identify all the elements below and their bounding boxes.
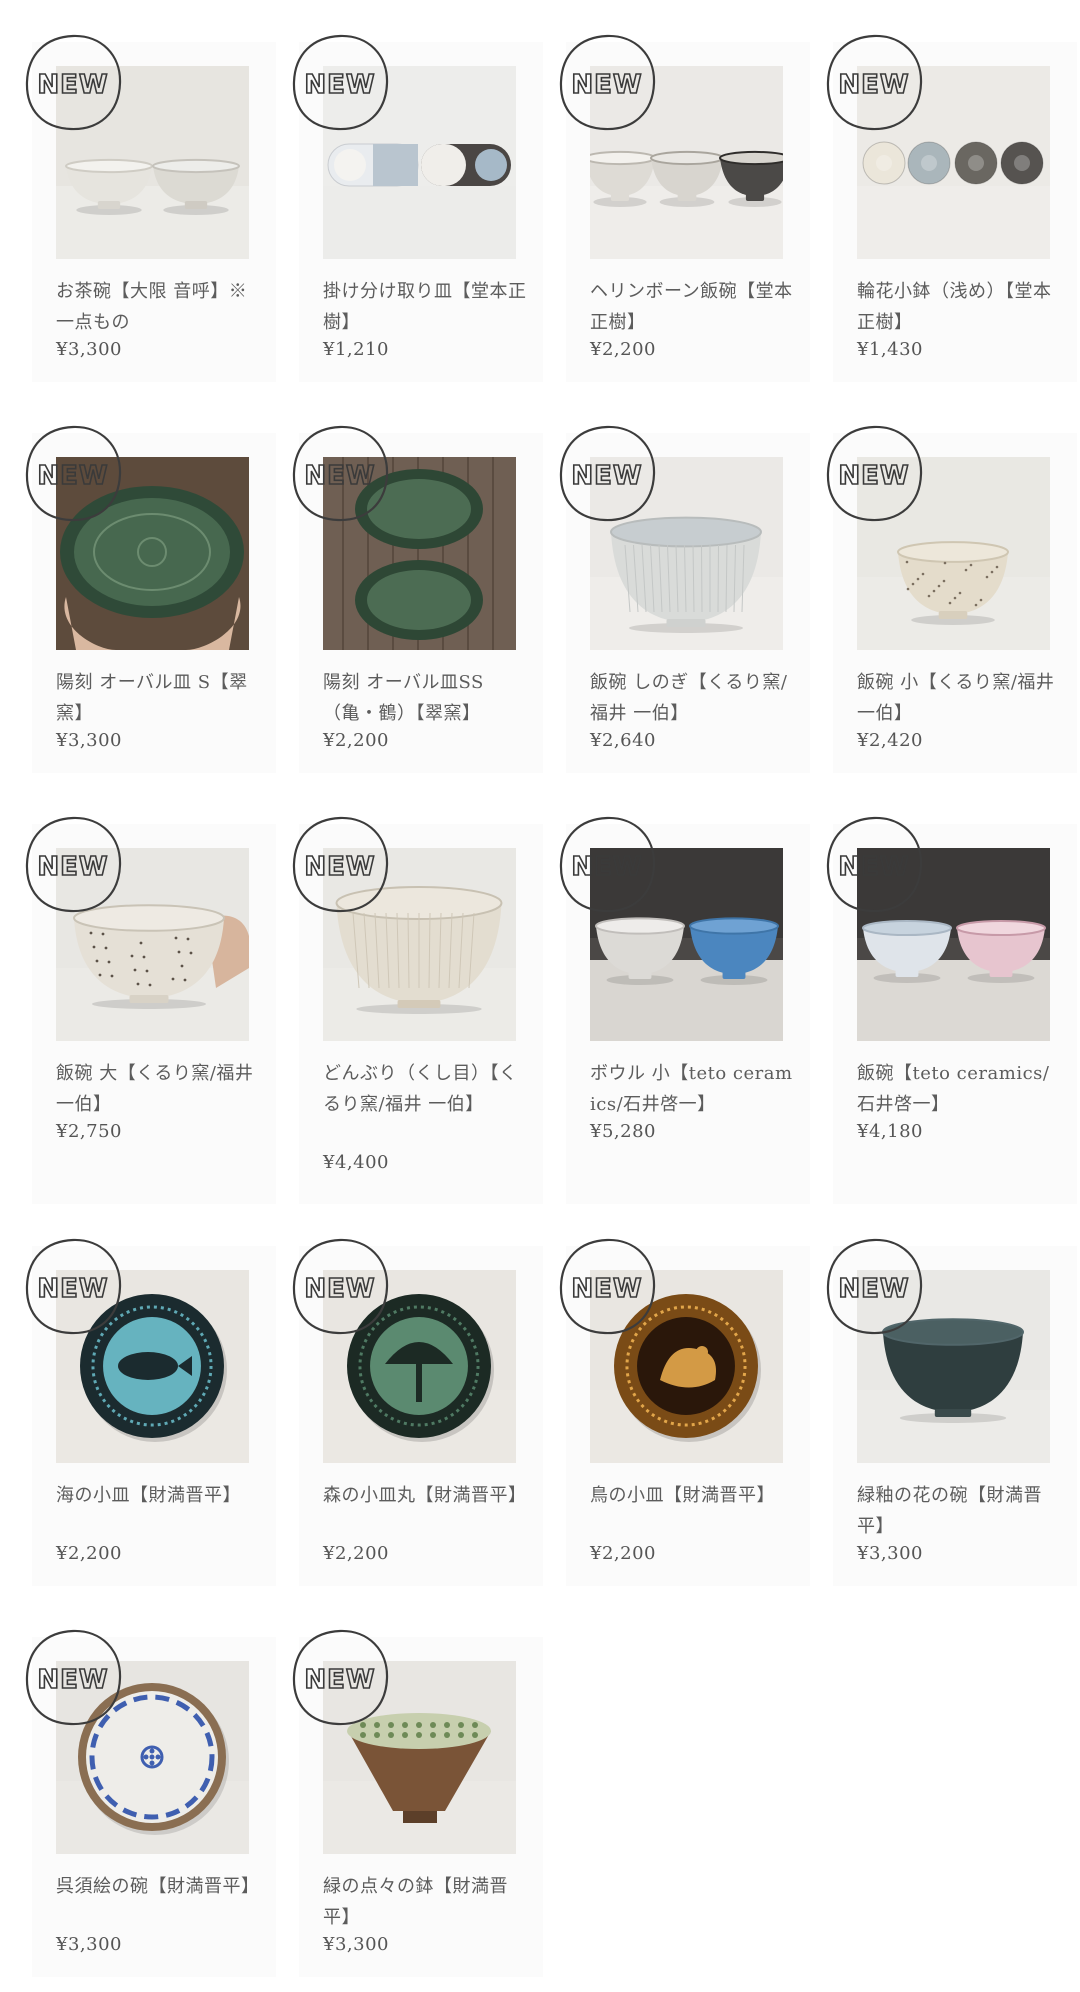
product-name[interactable]: 飯碗 小【くるり窯/福井 一伯】 <box>857 667 1062 729</box>
product-card-rice-bowl-teto[interactable]: NEW 飯碗【teto ceramics/石井啓一】 ¥4,180 <box>826 816 1077 1204</box>
product-price: ¥2,200 <box>323 730 389 751</box>
new-badge: NEW <box>557 424 657 524</box>
product-card-rinka-small-bowl[interactable]: NEW 輪花小鉢（浅め）【堂本正樹】 ¥1,430 <box>826 34 1077 382</box>
product-name[interactable]: お茶碗【大限 音呼】※一点もの <box>56 276 261 338</box>
badge-text: NEW <box>571 70 642 100</box>
new-badge: NEW <box>824 424 924 524</box>
badge-text: NEW <box>304 1665 375 1695</box>
product-price: ¥5,280 <box>590 1121 656 1142</box>
product-card-embossed-oval-plate-ss[interactable]: NEW 陽刻 オーバル皿SS（亀・鶴）【翠窯】 ¥2,200 <box>292 425 543 773</box>
badge-text: NEW <box>304 461 375 491</box>
product-name[interactable]: ボウル 小【teto ceramics/石井啓一】 <box>590 1058 795 1120</box>
product-card-rice-bowl-small[interactable]: NEW 飯碗 小【くるり窯/福井 一伯】 ¥2,420 <box>826 425 1077 773</box>
product-card-herringbone-rice-bowl[interactable]: NEW ヘリンボーン飯碗【堂本正樹】 ¥2,200 <box>559 34 810 382</box>
product-name[interactable]: 緑釉の花の碗【財満晋平】 <box>857 1480 1062 1542</box>
product-price: ¥3,300 <box>56 730 122 751</box>
product-name[interactable]: 飯碗【teto ceramics/石井啓一】 <box>857 1058 1062 1120</box>
product-name[interactable]: 飯碗 しのぎ【くるり窯/福井 一伯】 <box>590 667 795 729</box>
product-price: ¥2,640 <box>590 730 656 751</box>
product-name[interactable]: 掛け分け取り皿【堂本正樹】 <box>323 276 528 338</box>
badge-text: NEW <box>571 1274 642 1304</box>
badge-text: NEW <box>37 70 108 100</box>
new-badge: NEW <box>290 1237 390 1337</box>
product-card-tea-bowl[interactable]: NEW お茶碗【大限 音呼】※一点もの ¥3,300 <box>25 34 276 382</box>
product-price: ¥2,200 <box>56 1543 122 1564</box>
new-badge: NEW <box>557 815 657 915</box>
product-price: ¥2,200 <box>590 1543 656 1564</box>
new-badge: NEW <box>824 1237 924 1337</box>
product-price: ¥1,210 <box>323 339 389 360</box>
new-badge: NEW <box>557 1237 657 1337</box>
badge-text: NEW <box>304 1274 375 1304</box>
product-price: ¥2,420 <box>857 730 923 751</box>
badge-text: NEW <box>37 1665 108 1695</box>
badge-text: NEW <box>838 852 909 882</box>
product-price: ¥4,180 <box>857 1121 923 1142</box>
new-badge: NEW <box>290 424 390 524</box>
product-name[interactable]: 飯碗 大【くるり窯/福井 一伯】 <box>56 1058 261 1120</box>
product-price: ¥1,430 <box>857 339 923 360</box>
product-card-forest-small-plate[interactable]: NEW 森の小皿丸【財満晋平】 ¥2,200 <box>292 1238 543 1586</box>
product-price: ¥2,200 <box>590 339 656 360</box>
new-badge: NEW <box>557 33 657 133</box>
badge-text: NEW <box>571 852 642 882</box>
product-name[interactable]: 呉須絵の碗【財満晋平】 <box>56 1871 261 1902</box>
product-card-sea-small-plate[interactable]: NEW 海の小皿【財満晋平】 ¥2,200 <box>25 1238 276 1586</box>
product-card-rice-bowl-large[interactable]: NEW 飯碗 大【くるり窯/福井 一伯】 ¥2,750 <box>25 816 276 1204</box>
product-card-bird-small-plate[interactable]: NEW 鳥の小皿【財満晋平】 ¥2,200 <box>559 1238 810 1586</box>
product-price: ¥3,300 <box>323 1934 389 1955</box>
new-badge: NEW <box>23 424 123 524</box>
product-name[interactable]: ヘリンボーン飯碗【堂本正樹】 <box>590 276 795 338</box>
product-price: ¥3,300 <box>857 1543 923 1564</box>
new-badge: NEW <box>23 33 123 133</box>
product-card-two-tone-plate[interactable]: NEW 掛け分け取り皿【堂本正樹】 ¥1,210 <box>292 34 543 382</box>
product-name[interactable]: 海の小皿【財満晋平】 <box>56 1480 261 1511</box>
badge-text: NEW <box>838 461 909 491</box>
product-card-bowl-small-teto[interactable]: NEW ボウル 小【teto ceramics/石井啓一】 ¥5,280 <box>559 816 810 1204</box>
product-price: ¥2,750 <box>56 1121 122 1142</box>
product-price: ¥3,300 <box>56 339 122 360</box>
product-card-rice-bowl-shinogi[interactable]: NEW 飯碗 しのぎ【くるり窯/福井 一伯】 ¥2,640 <box>559 425 810 773</box>
new-badge: NEW <box>23 815 123 915</box>
new-badge: NEW <box>824 815 924 915</box>
badge-text: NEW <box>571 461 642 491</box>
badge-text: NEW <box>37 852 108 882</box>
product-card-green-dot-bowl[interactable]: NEW 緑の点々の鉢【財満晋平】 ¥3,300 <box>292 1629 543 1977</box>
product-name[interactable]: 緑の点々の鉢【財満晋平】 <box>323 1871 528 1933</box>
product-card-gosu-painted-bowl[interactable]: NEW 呉須絵の碗【財満晋平】 ¥3,300 <box>25 1629 276 1977</box>
new-badge: NEW <box>290 33 390 133</box>
product-name[interactable]: 陽刻 オーバル皿 S【翠窯】 <box>56 667 261 729</box>
badge-text: NEW <box>304 852 375 882</box>
new-badge: NEW <box>23 1237 123 1337</box>
product-name[interactable]: 陽刻 オーバル皿SS（亀・鶴）【翠窯】 <box>323 667 528 729</box>
product-grid: NEW お茶碗【大限 音呼】※一点もの ¥3,300 NEW 掛け分け取り皿【堂… <box>0 0 1080 1992</box>
new-badge: NEW <box>290 1628 390 1728</box>
new-badge: NEW <box>824 33 924 133</box>
badge-text: NEW <box>838 1274 909 1304</box>
badge-text: NEW <box>37 1274 108 1304</box>
new-badge: NEW <box>290 815 390 915</box>
product-name[interactable]: 輪花小鉢（浅め）【堂本正樹】 <box>857 276 1062 338</box>
product-price: ¥4,400 <box>323 1152 389 1173</box>
product-price: ¥2,200 <box>323 1543 389 1564</box>
product-price: ¥3,300 <box>56 1934 122 1955</box>
product-card-donburi-kushime[interactable]: NEW どんぶり（くし目）【くるり窯/福井 一伯】 ¥4,400 <box>292 816 543 1204</box>
badge-text: NEW <box>838 70 909 100</box>
product-name[interactable]: 鳥の小皿【財満晋平】 <box>590 1480 795 1511</box>
new-badge: NEW <box>23 1628 123 1728</box>
product-name[interactable]: どんぶり（くし目）【くるり窯/福井 一伯】 <box>323 1058 528 1120</box>
product-name[interactable]: 森の小皿丸【財満晋平】 <box>323 1480 528 1511</box>
product-card-embossed-oval-plate-s[interactable]: NEW 陽刻 オーバル皿 S【翠窯】 ¥3,300 <box>25 425 276 773</box>
badge-text: NEW <box>37 461 108 491</box>
badge-text: NEW <box>304 70 375 100</box>
product-card-green-glaze-flower-bowl[interactable]: NEW 緑釉の花の碗【財満晋平】 ¥3,300 <box>826 1238 1077 1586</box>
